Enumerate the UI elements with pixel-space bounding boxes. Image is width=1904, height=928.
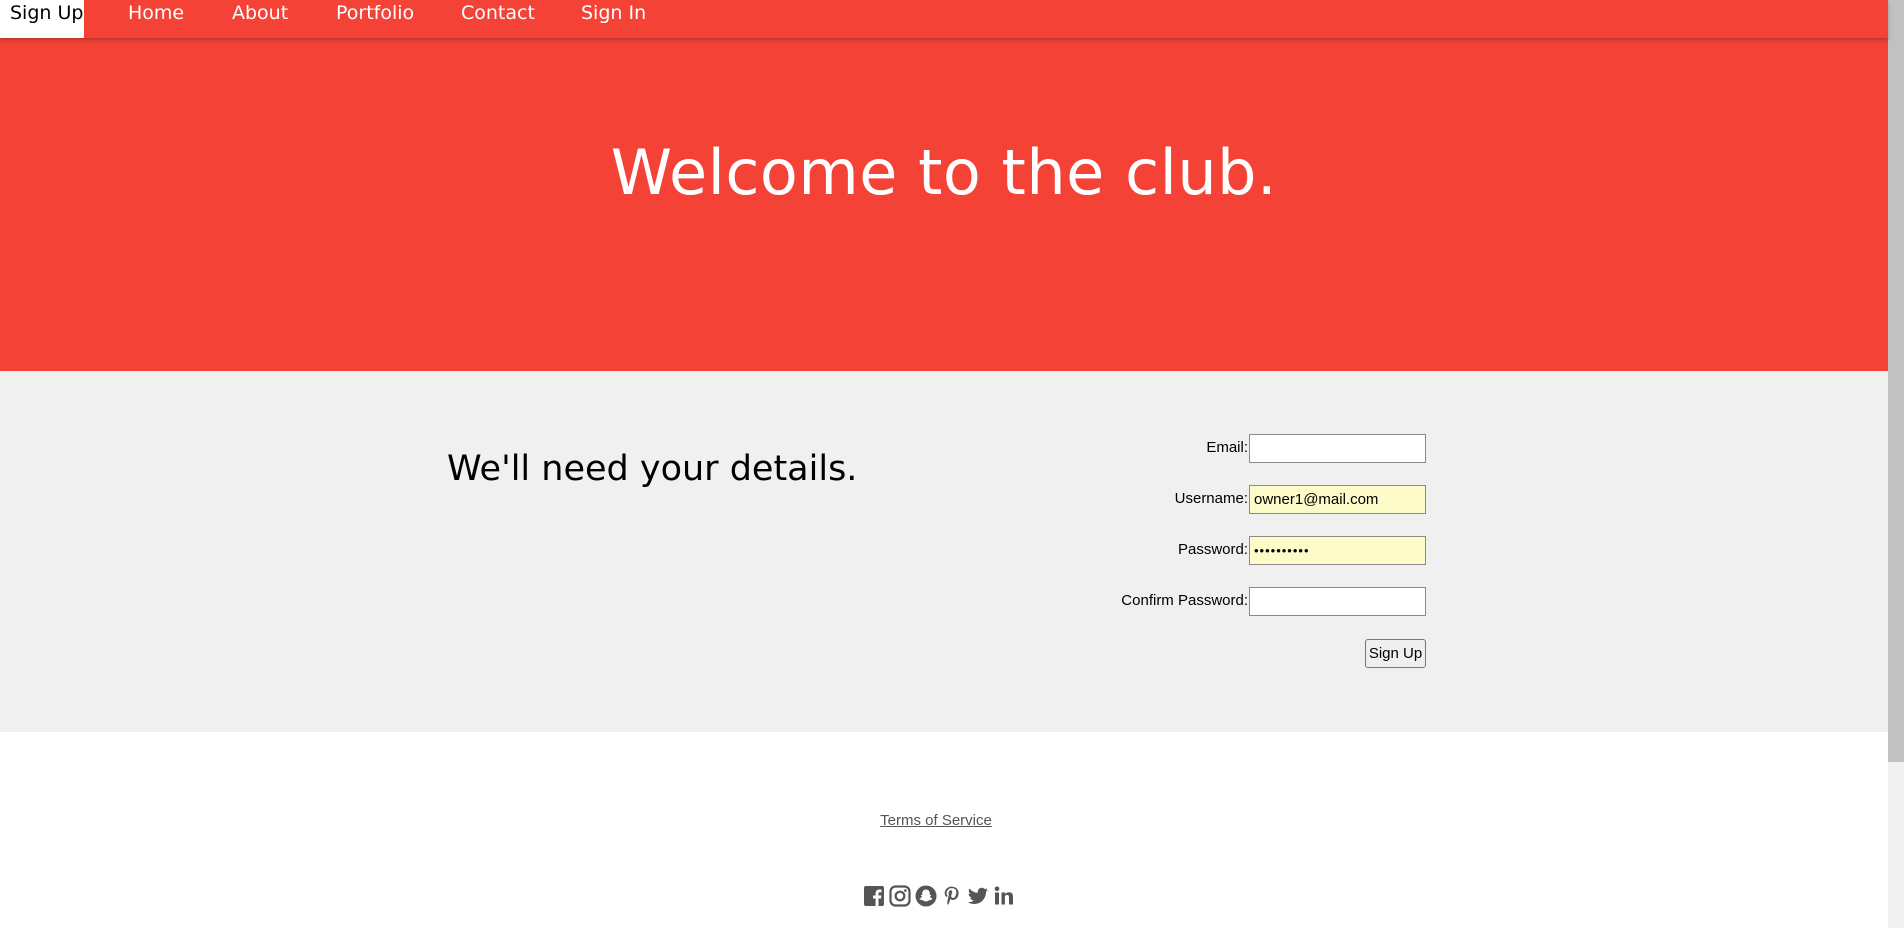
nav-about[interactable]: About	[232, 0, 288, 38]
hero-section: Welcome to the club.	[0, 0, 1888, 371]
footer: Terms of Service	[0, 732, 1888, 928]
username-row: Username:	[1000, 485, 1426, 515]
password-row: Password:	[1000, 536, 1426, 566]
password-input[interactable]	[1249, 536, 1426, 565]
nav-portfolio[interactable]: Portfolio	[336, 0, 414, 38]
pinterest-icon[interactable]	[940, 884, 964, 908]
username-input[interactable]	[1249, 485, 1426, 514]
facebook-icon[interactable]	[862, 884, 886, 908]
nav-contact[interactable]: Contact	[461, 0, 535, 38]
terms-of-service-link[interactable]: Terms of Service	[0, 812, 1872, 829]
email-input[interactable]	[1249, 434, 1426, 463]
confirm-password-label: Confirm Password:	[1121, 592, 1248, 609]
email-label: Email:	[1206, 439, 1248, 456]
username-label: Username:	[1174, 490, 1248, 507]
confirm-password-row: Confirm Password:	[1000, 587, 1426, 617]
twitter-icon[interactable]	[966, 884, 990, 908]
social-links	[862, 884, 1016, 908]
top-navbar: Sign Up Home About Portfolio Contact Sig…	[0, 0, 1888, 38]
instagram-icon[interactable]	[888, 884, 912, 908]
nav-sign-in[interactable]: Sign In	[581, 0, 646, 38]
hero-title: Welcome to the club.	[610, 136, 1278, 209]
confirm-password-input[interactable]	[1249, 587, 1426, 616]
sign-up-button[interactable]: Sign Up	[1365, 639, 1426, 668]
page: Welcome to the club. Sign Up Home About …	[0, 0, 1888, 928]
details-heading: We'll need your details.	[447, 449, 858, 489]
email-row: Email:	[1000, 434, 1426, 464]
password-label: Password:	[1177, 541, 1248, 558]
nav-home[interactable]: Home	[128, 0, 184, 38]
page-scrollbar-thumb[interactable]	[1888, 0, 1904, 762]
snapchat-icon[interactable]	[914, 884, 938, 908]
linkedin-icon[interactable]	[992, 884, 1016, 908]
nav-sign-up[interactable]: Sign Up	[0, 0, 84, 38]
details-section: We'll need your details. Email: Username…	[0, 371, 1888, 732]
